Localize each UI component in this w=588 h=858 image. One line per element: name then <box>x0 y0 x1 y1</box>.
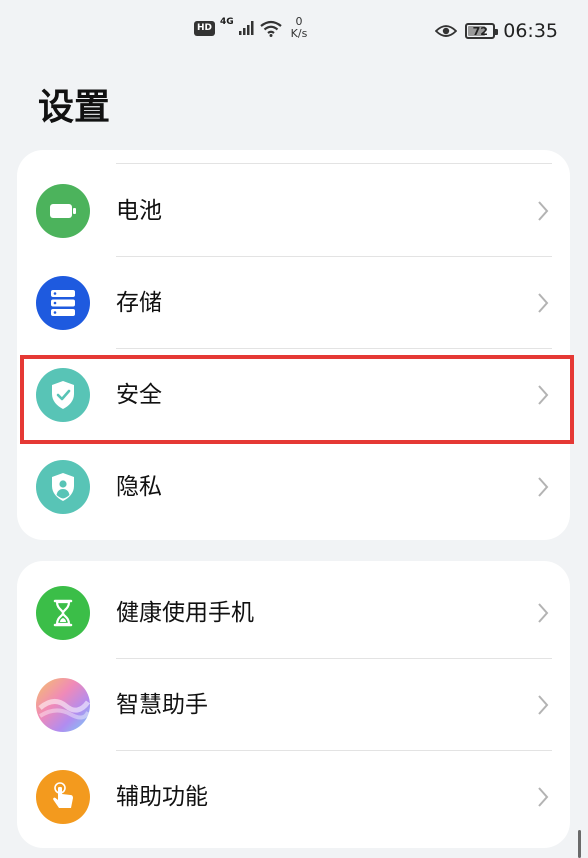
battery-level: 72 <box>472 24 488 38</box>
chevron-right-icon <box>538 603 549 623</box>
clock: 06:35 <box>503 20 558 42</box>
status-bar: HD 4G 0 K/s 72 06:35 <box>0 0 588 66</box>
divider <box>116 163 552 164</box>
battery-icon <box>36 184 90 238</box>
settings-item-accessibility[interactable]: 辅助功能 <box>17 751 570 843</box>
settings-item-label: 辅助功能 <box>116 784 208 810</box>
settings-item-smart-assistant[interactable]: 智慧助手 <box>17 659 570 751</box>
chevron-right-icon <box>538 695 549 715</box>
signal-icon <box>238 21 254 35</box>
chevron-right-icon <box>538 293 549 313</box>
hd-badge: HD <box>194 20 216 36</box>
assistant-icon <box>36 678 90 732</box>
settings-item-label: 电池 <box>116 198 162 224</box>
status-right: 72 06:35 <box>435 20 558 42</box>
scroll-indicator[interactable] <box>578 830 581 858</box>
settings-item-storage[interactable]: 存储 <box>17 257 570 349</box>
settings-item-digital-balance[interactable]: 健康使用手机 <box>17 567 570 659</box>
privacy-shield-icon <box>36 460 90 514</box>
settings-item-label: 智慧助手 <box>116 692 208 718</box>
network-speed: 0 K/s <box>291 16 308 40</box>
page-title: 设置 <box>38 87 111 128</box>
settings-group-2: 健康使用手机 智慧助手 辅助功能 <box>17 561 570 848</box>
hourglass-icon <box>36 586 90 640</box>
status-icons: HD 4G 0 K/s <box>194 16 307 40</box>
settings-item-battery[interactable]: 电池 <box>17 165 570 257</box>
highlight-box <box>20 355 574 444</box>
eye-icon <box>435 25 458 37</box>
settings-item-label: 存储 <box>116 290 162 316</box>
chevron-right-icon <box>538 477 549 497</box>
speed-unit: K/s <box>290 27 308 40</box>
storage-icon <box>36 276 90 330</box>
settings-item-label: 健康使用手机 <box>116 600 254 626</box>
battery-indicator: 72 <box>465 23 499 39</box>
chevron-right-icon <box>538 787 549 807</box>
settings-group-1: 电池 存储 安全 隐私 <box>17 150 570 540</box>
network-type: 4G <box>220 17 234 27</box>
settings-item-privacy[interactable]: 隐私 <box>17 441 570 533</box>
settings-item-label: 隐私 <box>116 474 162 500</box>
chevron-right-icon <box>538 201 549 221</box>
accessibility-hand-icon <box>36 770 90 824</box>
wifi-icon <box>259 20 282 37</box>
